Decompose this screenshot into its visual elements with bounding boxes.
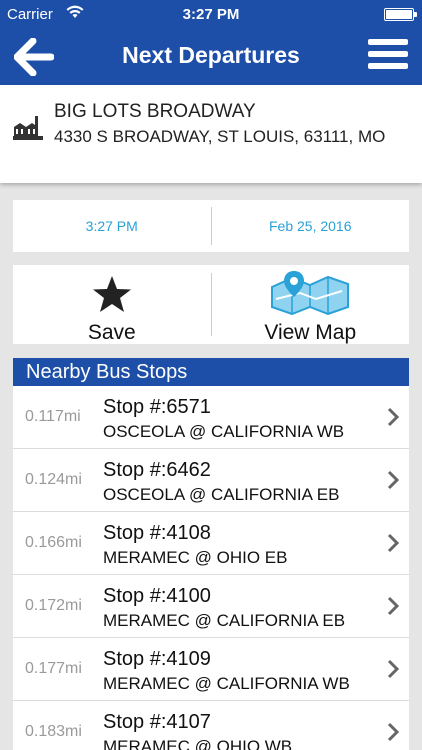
status-bar: Carrier 3:27 PM (0, 0, 422, 29)
stop-name: OSCEOLA @ CALIFORNIA EB (103, 485, 340, 504)
stop-number: Stop #:6462 (103, 459, 211, 481)
view-map-label: View Map (264, 321, 357, 344)
stop-number: Stop #:4100 (103, 585, 211, 607)
battery-icon (384, 8, 417, 21)
location-header: BIG LOTS BROADWAY 4330 S BROADWAY, ST LO… (0, 85, 422, 183)
nearby-stops-list: Nearby Bus Stops 0.117mi Stop #:6571 OSC… (13, 358, 409, 750)
chevron-right-icon (387, 470, 399, 490)
stop-distance: 0.166mi (25, 534, 82, 551)
actions-card: Save View Map (13, 265, 409, 344)
list-item[interactable]: 0.124mi Stop #:6462 OSCEOLA @ CALIFORNIA… (13, 449, 409, 512)
save-button[interactable]: Save (13, 265, 211, 344)
stop-name: MERAMEC @ OHIO WB (103, 737, 293, 750)
chevron-right-icon (387, 722, 399, 742)
datetime-card: 3:27 PM Feb 25, 2016 (13, 200, 409, 252)
building-icon (13, 116, 43, 140)
list-item[interactable]: 0.117mi Stop #:6571 OSCEOLA @ CALIFORNIA… (13, 386, 409, 449)
chevron-right-icon (387, 533, 399, 553)
stop-distance: 0.183mi (25, 723, 82, 740)
map-icon (271, 271, 350, 315)
location-name: BIG LOTS BROADWAY (54, 101, 256, 122)
stop-number: Stop #:4107 (103, 711, 211, 733)
page-title: Next Departures (122, 42, 300, 68)
location-address: 4330 S BROADWAY, ST LOUIS, 63111, MO (54, 127, 386, 146)
list-item[interactable]: 0.166mi Stop #:4108 MERAMEC @ OHIO EB (13, 512, 409, 575)
stop-distance: 0.124mi (25, 471, 82, 488)
save-label: Save (87, 321, 136, 344)
stop-distance: 0.177mi (25, 660, 82, 677)
view-map-button[interactable]: View Map (212, 265, 410, 344)
stop-name: MERAMEC @ CALIFORNIA EB (103, 611, 346, 630)
stop-name: MERAMEC @ OHIO EB (103, 548, 288, 567)
chevron-right-icon (387, 659, 399, 679)
chevron-right-icon (387, 407, 399, 427)
star-icon (92, 276, 131, 312)
departure-time[interactable]: 3:27 PM (13, 200, 211, 252)
hamburger-menu-icon[interactable] (368, 39, 408, 73)
status-time: 3:27 PM (182, 6, 240, 23)
nav-bar: Next Departures (0, 29, 422, 85)
stop-distance: 0.172mi (25, 597, 82, 614)
list-item[interactable]: 0.172mi Stop #:4100 MERAMEC @ CALIFORNIA… (13, 575, 409, 638)
list-item[interactable]: 0.183mi Stop #:4107 MERAMEC @ OHIO WB (13, 701, 409, 750)
nearby-stops-header: Nearby Bus Stops (13, 358, 409, 386)
departure-date[interactable]: Feb 25, 2016 (212, 200, 410, 252)
chevron-right-icon (387, 596, 399, 616)
list-item[interactable]: 0.177mi Stop #:4109 MERAMEC @ CALIFORNIA… (13, 638, 409, 701)
stop-distance: 0.117mi (25, 408, 81, 425)
stop-number: Stop #:4109 (103, 648, 211, 670)
stop-name: OSCEOLA @ CALIFORNIA WB (103, 422, 345, 441)
stop-number: Stop #:6571 (103, 396, 211, 418)
stop-number: Stop #:4108 (103, 522, 211, 544)
stop-name: MERAMEC @ CALIFORNIA WB (103, 674, 350, 693)
